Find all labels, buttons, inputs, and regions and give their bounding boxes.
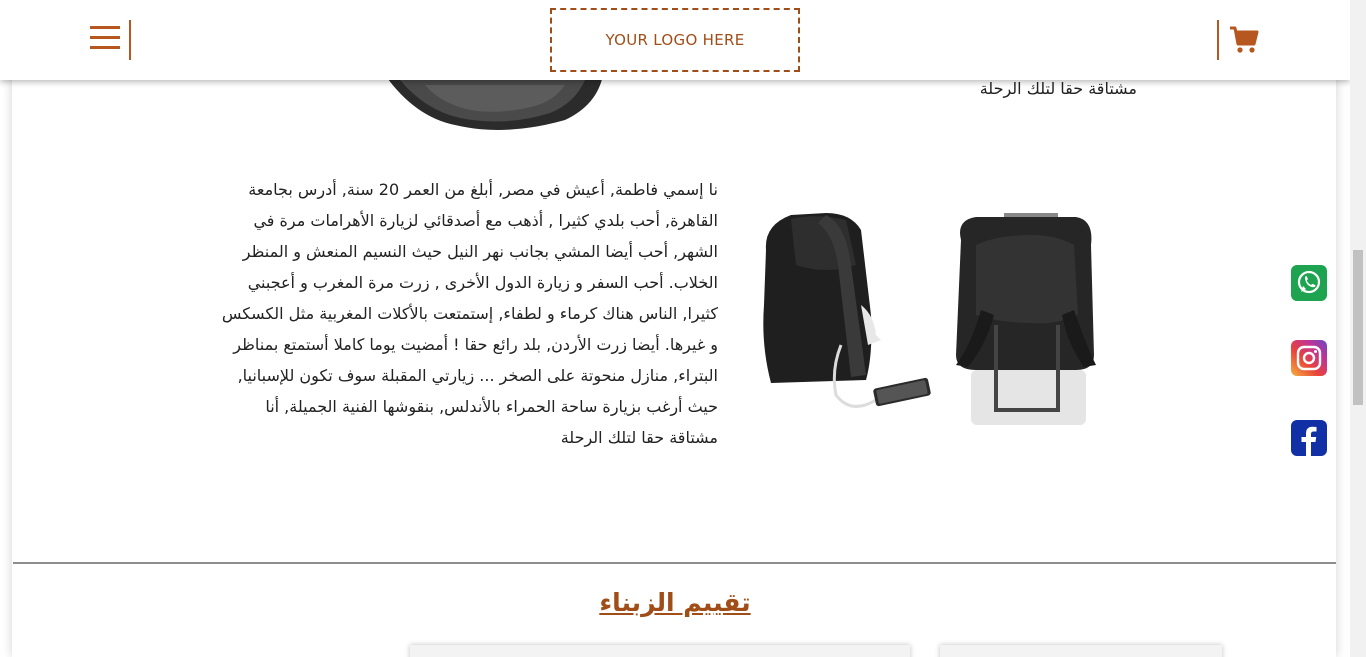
page-scrollbar[interactable] xyxy=(1350,0,1366,657)
review-card xyxy=(410,645,910,657)
site-logo[interactable]: YOUR LOGO HERE xyxy=(550,8,800,72)
header-divider xyxy=(1217,20,1219,60)
scrollbar-thumb[interactable] xyxy=(1353,250,1363,405)
section-divider xyxy=(13,562,1336,564)
review-card xyxy=(940,645,1222,657)
reviews-section-title: تقييم الزبناء xyxy=(599,588,751,617)
shopping-cart-icon[interactable] xyxy=(1228,24,1260,56)
facebook-icon[interactable] xyxy=(1291,420,1327,456)
hamburger-menu-icon[interactable] xyxy=(90,26,120,54)
header-divider xyxy=(129,20,131,60)
whatsapp-icon[interactable] xyxy=(1291,265,1327,301)
backpack-product-image xyxy=(763,213,1096,425)
previous-story-tail: مشتاقة حقا لتلك الرحلة xyxy=(979,79,1137,98)
product-story-text: نا إسمي فاطمة, أعيش في مصر, أبلغ من العم… xyxy=(221,180,718,447)
site-header: YOUR LOGO HERE xyxy=(0,0,1350,80)
previous-product-image xyxy=(385,75,603,130)
instagram-icon[interactable] xyxy=(1291,340,1327,376)
